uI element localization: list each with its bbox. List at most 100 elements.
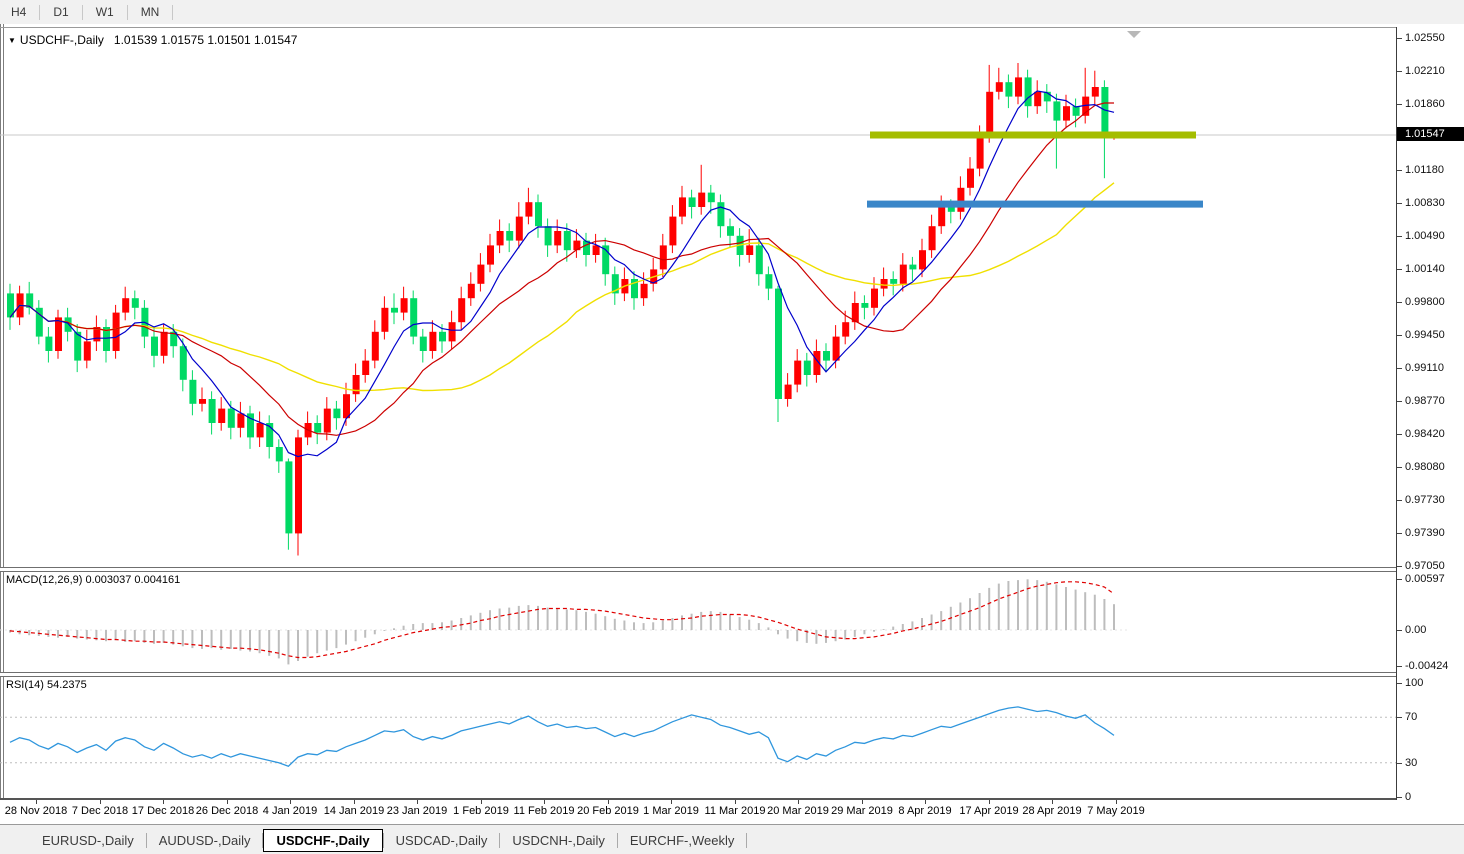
macd-scale-label: 0.00 [1405, 624, 1426, 636]
candle-body [209, 399, 216, 423]
tab-usdcad[interactable]: USDCAD-,Daily [384, 829, 500, 852]
rsi-panel[interactable]: RSI(14) 54.2375 [0, 675, 1396, 798]
support-band[interactable] [867, 201, 1203, 208]
chart-window: ▼ USDCHF-,Daily 1.01539 1.01575 1.01501 1.… [0, 24, 1464, 854]
candle-body [516, 217, 523, 241]
toolbar-separator [39, 5, 40, 20]
candle-body [1063, 106, 1070, 120]
candle-body [324, 409, 331, 433]
date-tick [100, 800, 101, 804]
rsi-canvas[interactable] [0, 675, 1396, 798]
candle-body [333, 409, 340, 419]
candle-body [545, 226, 552, 245]
scale-tick [1397, 533, 1402, 534]
price-scale-label: 0.98080 [1405, 461, 1445, 473]
date-label: 17 Apr 2019 [959, 805, 1018, 817]
tab-usdcnh[interactable]: USDCNH-,Daily [500, 829, 616, 852]
candle-body [449, 322, 456, 341]
candle-body [295, 437, 302, 533]
date-tick [671, 800, 672, 804]
candle-body [641, 284, 648, 298]
tabbar-scroll-corner [0, 826, 30, 854]
candle-body [55, 317, 62, 351]
candle-body [506, 231, 513, 241]
macd-canvas[interactable] [0, 570, 1396, 672]
date-label: 20 Feb 2019 [577, 805, 639, 817]
candle-body [775, 289, 782, 399]
candle-body [353, 375, 360, 394]
main-chart-canvas[interactable] [0, 28, 1396, 568]
date-label: 23 Jan 2019 [387, 805, 448, 817]
candle-body [285, 461, 292, 533]
candle-body [276, 447, 283, 461]
scale-tick [1397, 170, 1402, 171]
candle-body [785, 385, 792, 399]
toolbar-separator [172, 5, 173, 20]
candle-body [909, 265, 916, 270]
candle-body [794, 361, 801, 385]
candle-body [84, 341, 91, 360]
candle-body [228, 409, 235, 428]
candle-body [401, 298, 408, 312]
timeframe-button-h4[interactable]: H4 [1, 2, 36, 22]
candle-body [151, 337, 158, 356]
price-scale-label: 0.98770 [1405, 395, 1445, 407]
date-tick [1116, 800, 1117, 804]
timeframe-button-d1[interactable]: D1 [43, 2, 78, 22]
candle-body [343, 394, 350, 418]
chart-ohlc-values: 1.01539 1.01575 1.01501 1.01547 [114, 33, 298, 47]
price-scale-label: 0.97050 [1405, 560, 1445, 572]
candle-body [1053, 101, 1060, 120]
symbol-tabbar: EURUSD-,DailyAUDUSD-,DailyUSDCHF-,DailyU… [0, 826, 1464, 854]
date-tick [354, 800, 355, 804]
price-scale-label: 1.01860 [1405, 98, 1445, 110]
timeframe-button-mn[interactable]: MN [131, 2, 170, 22]
current-price-marker: 1.01547 [1397, 127, 1464, 141]
chart-shift-marker-icon[interactable] [1127, 31, 1141, 38]
tab-audusd[interactable]: AUDUSD-,Daily [147, 829, 263, 852]
resistance-band[interactable] [870, 132, 1196, 139]
candle-body [391, 308, 398, 313]
price-scale-label: 1.02210 [1405, 65, 1445, 77]
candle-body [564, 231, 571, 250]
candle-body [957, 188, 964, 212]
price-scale[interactable]: 1.02550 1.02210 1.01860 1.01180 1.00830 … [1397, 24, 1464, 800]
macd-panel[interactable]: MACD(12,26,9) 0.003037 0.004161 [0, 570, 1396, 672]
main-chart-panel[interactable]: ▼USDCHF-,Daily1.01539 1.01575 1.01501 1.… [0, 27, 1396, 568]
candle-body [1025, 77, 1032, 106]
candle-body [1015, 77, 1022, 96]
candle-body [967, 169, 974, 188]
date-label: 8 Apr 2019 [898, 805, 951, 817]
candle-body [804, 361, 811, 375]
timeframe-button-w1[interactable]: W1 [86, 2, 124, 22]
date-axis: 28 Nov 2018 7 Dec 2018 17 Dec 2018 26 De… [0, 800, 1396, 824]
candle-body [381, 308, 388, 332]
scale-tick [1397, 236, 1402, 237]
candle-body [362, 361, 369, 375]
candle-body [996, 82, 1003, 92]
tab-eurusd[interactable]: EURUSD-,Daily [30, 829, 146, 852]
collapse-triangle-icon[interactable]: ▼ [8, 36, 16, 45]
macd-scale-label: -0.00424 [1405, 660, 1448, 672]
tab-usdchf[interactable]: USDCHF-,Daily [263, 829, 382, 852]
rsi-scale-label: 100 [1405, 677, 1423, 689]
scale-tick [1397, 335, 1402, 336]
candle-body [468, 284, 475, 298]
ma-medium-red-line [10, 103, 1114, 435]
candle-body [765, 274, 772, 288]
date-tick [735, 800, 736, 804]
ma-fast-blue-line [10, 91, 1114, 457]
candle-body [257, 423, 264, 437]
tab-eurchf[interactable]: EURCHF-,Weekly [618, 829, 747, 852]
timeframe-toolbar: H4 D1 W1 MN [0, 0, 1464, 25]
date-label: 29 Mar 2019 [831, 805, 893, 817]
candle-body [1092, 87, 1099, 97]
date-label: 7 Dec 2018 [72, 805, 128, 817]
date-tick [608, 800, 609, 804]
scale-tick [1397, 368, 1402, 369]
candle-body [439, 332, 446, 342]
scale-tick [1397, 269, 1402, 270]
date-label: 28 Apr 2019 [1022, 805, 1081, 817]
scale-tick [1397, 71, 1402, 72]
candle-body [189, 380, 196, 404]
